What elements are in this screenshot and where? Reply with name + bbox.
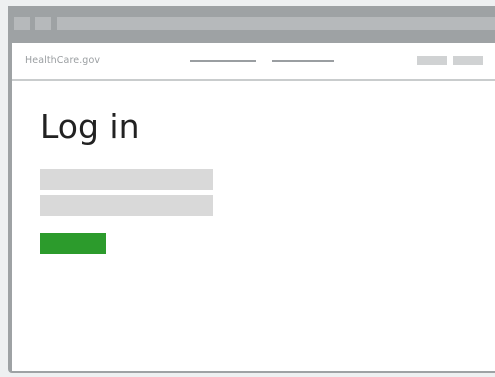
username-field[interactable]	[40, 169, 213, 190]
page-viewport: HealthCare.gov Log in	[12, 43, 495, 371]
header-button-2[interactable]	[453, 56, 483, 65]
nav-link-2[interactable]	[272, 60, 334, 62]
header-button-1[interactable]	[417, 56, 447, 65]
password-field[interactable]	[40, 195, 213, 216]
browser-window: HealthCare.gov Log in	[8, 6, 495, 373]
nav-link-1[interactable]	[190, 60, 256, 62]
window-control-button[interactable]	[35, 17, 51, 30]
browser-tab-strip[interactable]	[57, 17, 495, 30]
window-control-button[interactable]	[14, 17, 30, 30]
browser-title-bar	[8, 6, 495, 40]
site-header: HealthCare.gov	[12, 43, 495, 81]
site-logo[interactable]: HealthCare.gov	[25, 55, 100, 66]
login-button[interactable]	[40, 233, 106, 254]
page-title: Log in	[40, 107, 140, 146]
